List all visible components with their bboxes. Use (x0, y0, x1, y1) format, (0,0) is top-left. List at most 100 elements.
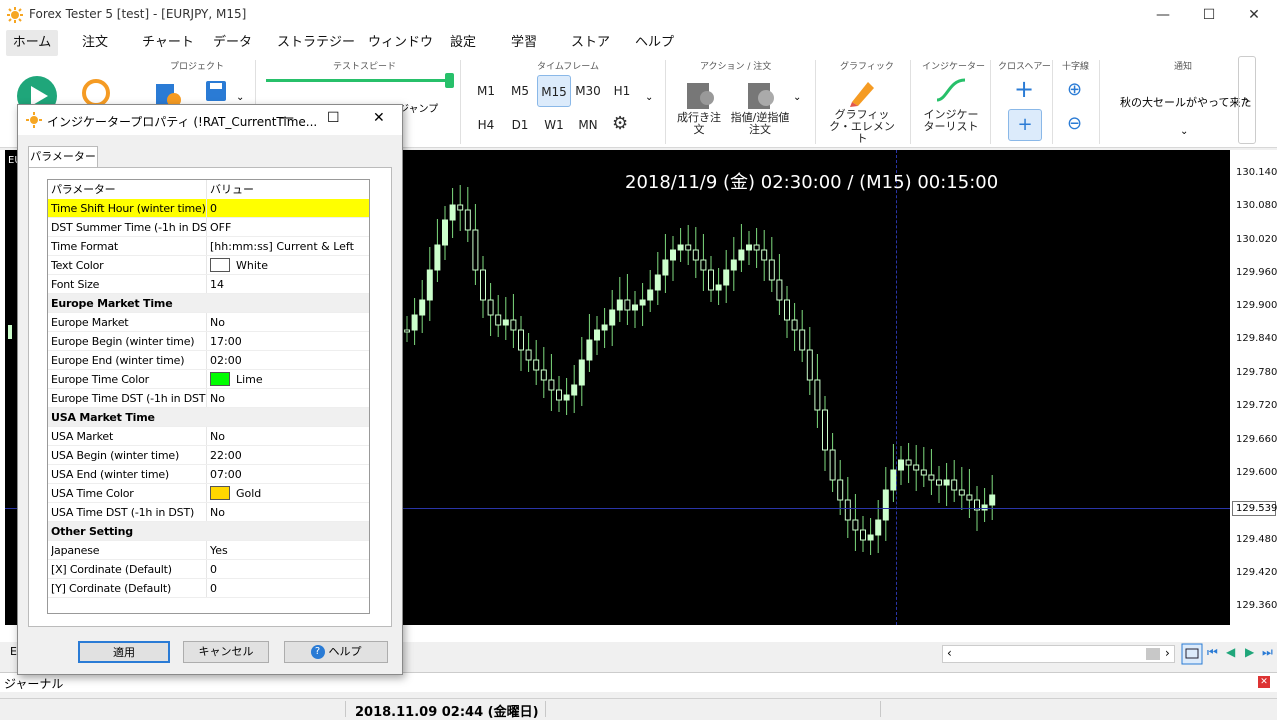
nav-prev-icon[interactable]: ◀ (1226, 645, 1235, 659)
menu-order[interactable]: 注文 (82, 30, 108, 56)
parameter-row[interactable]: USA Time Color Gold (48, 484, 369, 503)
jump-label[interactable]: ジャンプ (399, 100, 438, 115)
graphic-pencil-icon[interactable] (846, 76, 878, 108)
crosshair-icon[interactable]: + (1014, 77, 1034, 101)
help-button[interactable]: ? ヘルプ (284, 641, 388, 663)
maximize-button[interactable]: ☐ (1186, 0, 1232, 30)
parameter-row[interactable]: [X] Cordinate (Default) 0 (48, 560, 369, 579)
market-order-icon[interactable] (685, 81, 715, 111)
parameter-value[interactable]: No (210, 389, 368, 408)
parameter-row[interactable]: Text Color White (48, 256, 369, 275)
dialog-maximize-button[interactable]: ☐ (327, 110, 340, 126)
tf-m15-button[interactable]: M15 (537, 75, 571, 107)
parameter-value[interactable]: 07:00 (210, 465, 368, 484)
ribbon-scroll-right-icon[interactable]: › (1238, 56, 1256, 144)
parameter-row[interactable]: Europe End (winter time) 02:00 (48, 351, 369, 370)
market-order-label[interactable]: 成行き注文 (674, 112, 724, 136)
menu-strategy[interactable]: ストラテジー (277, 30, 355, 56)
parameter-row[interactable]: USA Market No (48, 427, 369, 446)
parameter-row[interactable]: USA Time DST (-1h in DST) No (48, 503, 369, 522)
limit-order-icon[interactable] (746, 81, 776, 111)
zoom-out-icon[interactable]: ⊖ (1067, 113, 1082, 134)
menu-window[interactable]: ウィンドウ (368, 30, 433, 56)
parameter-value[interactable]: No (210, 427, 368, 446)
dialog-minimize-button[interactable]: — (280, 110, 294, 126)
chart-horizontal-scrollbar[interactable]: ‹ › (942, 645, 1175, 663)
speed-slider-thumb[interactable] (445, 73, 454, 88)
nav-last-icon[interactable]: ⏭ (1262, 645, 1273, 660)
parameter-row[interactable]: [Y] Cordinate (Default) 0 (48, 579, 369, 598)
indicator-curve-icon[interactable] (935, 76, 967, 104)
parameter-value[interactable]: White (210, 256, 368, 275)
parameter-row[interactable]: Time Format [hh:mm:ss] Current & Left (48, 237, 369, 256)
timeframe-dropdown-chevron-icon[interactable]: ⌄ (645, 92, 653, 103)
parameter-value[interactable]: 02:00 (210, 351, 368, 370)
parameter-row[interactable]: Japanese Yes (48, 541, 369, 560)
parameter-row[interactable]: Europe Time Color Lime (48, 370, 369, 389)
parameter-value[interactable]: 0 (210, 199, 368, 218)
limit-order-label[interactable]: 指値/逆指値注文 (730, 112, 790, 136)
menu-settings[interactable]: 設定 (450, 30, 476, 56)
scroll-thumb[interactable] (1146, 648, 1160, 660)
crosshair-mode-icon[interactable]: + (1008, 109, 1042, 141)
parameter-row[interactable]: Font Size 14 (48, 275, 369, 294)
tf-d1-button[interactable]: D1 (503, 118, 537, 132)
parameter-row[interactable]: USA End (winter time) 07:00 (48, 465, 369, 484)
parameter-value[interactable]: 22:00 (210, 446, 368, 465)
color-swatch[interactable] (210, 372, 230, 386)
menu-data[interactable]: データ (213, 30, 252, 56)
parameter-row[interactable]: DST Summer Time (-1h in DST) OFF (48, 218, 369, 237)
parameter-row[interactable]: Europe Time DST (-1h in DST) No (48, 389, 369, 408)
notice-text[interactable]: 秋の大セールがやって来た (1120, 94, 1251, 110)
parameter-value[interactable]: [hh:mm:ss] Current & Left (210, 237, 368, 256)
menu-learn[interactable]: 学習 (511, 30, 537, 56)
parameter-row[interactable]: USA Begin (winter time) 22:00 (48, 446, 369, 465)
parameter-value[interactable]: 0 (210, 560, 368, 579)
rewind-icon[interactable] (82, 79, 110, 107)
menu-store[interactable]: ストア (571, 30, 610, 56)
parameter-value[interactable]: Gold (210, 484, 368, 503)
graphic-elements-label[interactable]: グラフィック・エレメント (826, 109, 898, 145)
dialog-close-button[interactable]: ✕ (373, 110, 385, 126)
indicator-list-label[interactable]: インジケーターリスト (920, 109, 982, 133)
bottom-tab-label[interactable]: E (10, 645, 17, 658)
cancel-button[interactable]: キャンセル (183, 641, 269, 663)
parameter-value[interactable]: No (210, 503, 368, 522)
timeframe-settings-gear-icon[interactable]: ⚙ (612, 113, 628, 134)
parameter-value[interactable]: OFF (210, 218, 368, 237)
journal-close-icon[interactable]: ✕ (1258, 676, 1270, 688)
menu-help[interactable]: ヘルプ (635, 30, 674, 56)
menu-chart[interactable]: チャート (142, 30, 194, 56)
apply-button[interactable]: 適用 (78, 641, 170, 663)
save-icon[interactable] (205, 80, 227, 102)
tf-m5-button[interactable]: M5 (503, 84, 537, 98)
parameter-value[interactable]: 14 (210, 275, 368, 294)
order-dropdown-chevron-icon[interactable]: ⌄ (793, 92, 801, 103)
chart-tile-icon[interactable] (1181, 643, 1203, 665)
dialog-title-bar[interactable]: インジケータープロパティ (!RAT_CurrentTime... — ☐ ✕ (18, 105, 402, 135)
parameter-value[interactable]: Yes (210, 541, 368, 560)
speed-slider-track[interactable] (266, 79, 452, 82)
nav-next-icon[interactable]: ▶ (1245, 645, 1254, 659)
scroll-left-icon[interactable]: ‹ (947, 646, 952, 660)
tf-h4-button[interactable]: H4 (469, 118, 503, 132)
zoom-in-icon[interactable]: ⊕ (1067, 79, 1082, 100)
menu-home[interactable]: ホーム (6, 30, 58, 56)
parameter-value[interactable]: Lime (210, 370, 368, 389)
parameter-row[interactable]: Time Shift Hour (winter time) 0 (48, 199, 369, 218)
parameter-value[interactable]: 17:00 (210, 332, 368, 351)
tf-m1-button[interactable]: M1 (469, 84, 503, 98)
parameter-row[interactable]: Europe Begin (winter time) 17:00 (48, 332, 369, 351)
parameter-value[interactable]: No (210, 313, 368, 332)
color-swatch[interactable] (210, 486, 230, 500)
section-header[interactable]: USA Market Time (48, 408, 369, 427)
tf-m30-button[interactable]: M30 (571, 84, 605, 98)
nav-first-icon[interactable]: ⏮ (1207, 645, 1218, 660)
parameter-value[interactable]: 0 (210, 579, 368, 598)
scroll-right-icon[interactable]: › (1165, 646, 1170, 660)
tf-h1-button[interactable]: H1 (605, 84, 639, 98)
tab-parameters[interactable]: パラメーター (28, 146, 98, 168)
save-dropdown-chevron-icon[interactable]: ⌄ (236, 92, 244, 103)
minimize-button[interactable]: — (1140, 0, 1186, 30)
color-swatch[interactable] (210, 258, 230, 272)
